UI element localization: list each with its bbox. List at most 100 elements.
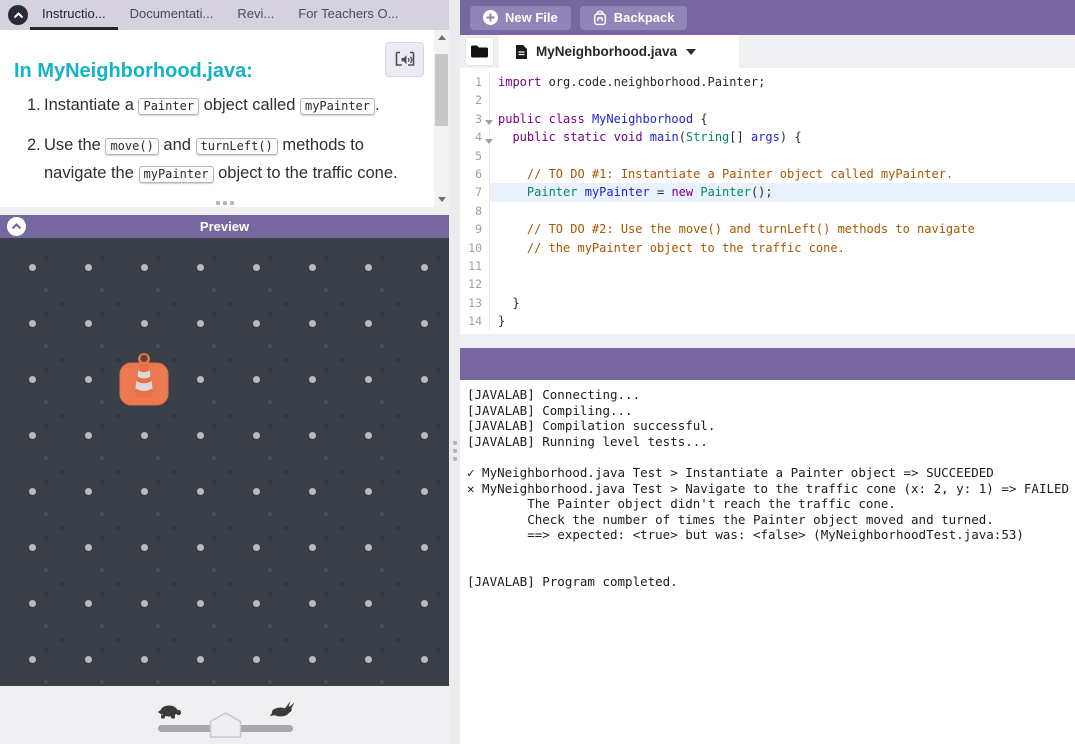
line-number[interactable]: 1: [460, 73, 490, 91]
grid-dot-faint: [44, 536, 49, 541]
grid-dot-faint: [156, 624, 160, 628]
console-line: ✕ MyNeighborhood.java Test > Navigate to…: [467, 481, 1075, 497]
grid-dot-faint: [100, 568, 104, 572]
console-line: [JAVALAB] Compilation successful.: [467, 418, 1075, 434]
grid-dot-faint: [100, 536, 105, 541]
scrollbar-thumb[interactable]: [435, 54, 448, 126]
grid-dot-faint: [268, 480, 273, 485]
code-line-9[interactable]: 9 // TO DO #2: Use the move() and turnLe…: [460, 220, 1075, 238]
console-line: ✓ MyNeighborhood.java Test > Instantiate…: [467, 465, 1075, 481]
code-content: }: [490, 294, 1075, 312]
tab-instructio[interactable]: Instructio...: [30, 0, 118, 30]
code-line-4[interactable]: 4 public static void main(String[] args)…: [460, 128, 1075, 146]
fold-arrow-icon[interactable]: [485, 139, 493, 144]
code-line-14[interactable]: 14}: [460, 312, 1075, 330]
code-line-2[interactable]: 2: [460, 91, 1075, 109]
new-file-button[interactable]: New File: [470, 6, 571, 30]
grid-dot-faint: [44, 480, 49, 485]
grid-dot-faint: [436, 312, 441, 317]
code-line-10[interactable]: 10 // the myPainter object to the traffi…: [460, 239, 1075, 257]
scroll-down-arrow-icon[interactable]: [434, 192, 449, 207]
line-number[interactable]: 2: [460, 91, 490, 109]
line-number[interactable]: 8: [460, 202, 490, 220]
code-token: public: [512, 130, 555, 144]
line-number[interactable]: 7: [460, 183, 490, 201]
grid-dot-faint: [228, 526, 233, 531]
grid-dot-faint: [324, 624, 328, 628]
code-line-12[interactable]: 12: [460, 275, 1075, 293]
grid-dot: [421, 376, 428, 383]
grid-dot: [309, 656, 316, 663]
backpack-button[interactable]: Backpack: [580, 6, 688, 30]
javalab-app: Instructio...Documentati...Revi...For Te…: [0, 0, 1075, 744]
caret-down-icon[interactable]: [686, 49, 696, 55]
code-token: new: [671, 185, 693, 199]
file-browser-button[interactable]: [465, 37, 494, 66]
rabbit-icon: [269, 700, 295, 718]
line-number[interactable]: 14: [460, 312, 490, 330]
line-number[interactable]: 10: [460, 239, 490, 257]
grid-dot: [85, 376, 92, 383]
code-content: public class MyNeighborhood {: [490, 110, 1075, 128]
code-line-13[interactable]: 13 }: [460, 294, 1075, 312]
grid-dot: [365, 376, 372, 383]
line-number[interactable]: 12: [460, 275, 490, 293]
grid-dot-faint: [44, 368, 49, 373]
grid-dot-faint: [100, 456, 104, 460]
grid-dot-faint: [156, 592, 161, 597]
line-number[interactable]: 6: [460, 165, 490, 183]
collapse-panel-button[interactable]: [8, 5, 28, 25]
line-number[interactable]: 5: [460, 147, 490, 165]
grid-dot-faint: [60, 302, 65, 307]
console-output[interactable]: [JAVALAB] Connecting...[JAVALAB] Compili…: [460, 380, 1075, 744]
grid-dot-faint: [268, 400, 272, 404]
tab-revi[interactable]: Revi...: [225, 0, 286, 30]
pane-resize-handle[interactable]: [453, 441, 457, 461]
line-number[interactable]: 9: [460, 220, 490, 238]
code-line-3[interactable]: 3public class MyNeighborhood {: [460, 110, 1075, 128]
scroll-up-arrow-icon[interactable]: [434, 30, 449, 45]
code-line-11[interactable]: 11: [460, 257, 1075, 275]
code-line-1[interactable]: 1import org.code.neighborhood.Painter;: [460, 73, 1075, 91]
code-content: [490, 202, 1075, 220]
code-token: [498, 222, 527, 236]
code-line-7[interactable]: 7 Painter myPainter = new Painter();: [460, 183, 1075, 201]
panel-resize-handle[interactable]: [216, 201, 234, 205]
grid-dot-faint: [396, 358, 401, 363]
tab-documentati[interactable]: Documentati...: [118, 0, 226, 30]
code-line-8[interactable]: 8: [460, 202, 1075, 220]
code-token: [556, 130, 563, 144]
grid-dot: [253, 544, 260, 551]
line-number[interactable]: 4: [460, 128, 490, 146]
grid-dot-faint: [324, 424, 329, 429]
code-editor[interactable]: 1import org.code.neighborhood.Painter;23…: [460, 68, 1075, 334]
grid-dot-faint: [340, 358, 345, 363]
console-header: [460, 348, 1075, 380]
code-token: import: [498, 75, 541, 89]
grid-dot-faint: [100, 648, 105, 653]
line-number[interactable]: 13: [460, 294, 490, 312]
grid-dot-faint: [44, 424, 49, 429]
grid-dot: [85, 432, 92, 439]
line-number[interactable]: 3: [460, 110, 490, 128]
grid-dot-faint: [436, 424, 441, 429]
code-token: []: [729, 130, 751, 144]
backpack-label: Backpack: [614, 10, 675, 25]
code-token: }: [498, 296, 520, 310]
speed-slider-thumb[interactable]: [209, 712, 242, 738]
fold-arrow-icon[interactable]: [485, 120, 493, 125]
code-line-6[interactable]: 6 // TO DO #1: Instantiate a Painter obj…: [460, 165, 1075, 183]
code-token: // TO DO #2: Use the move() and turnLeft…: [527, 222, 975, 236]
instructions-scrollbar[interactable]: [434, 30, 449, 207]
line-number[interactable]: 11: [460, 257, 490, 275]
tab-forteacherso[interactable]: For Teachers O...: [286, 0, 410, 30]
left-tab-list: Instructio...Documentati...Revi...For Te…: [30, 0, 410, 30]
file-tab-myneighborhood[interactable]: MyNeighborhood.java: [499, 35, 739, 68]
pane-divider[interactable]: [449, 0, 460, 744]
read-aloud-button[interactable]: [385, 42, 424, 77]
grid-dot-faint: [228, 582, 233, 587]
grid-dot-faint: [396, 302, 401, 307]
instructions-heading: In MyNeighborhood.java:: [14, 60, 253, 83]
code-token: [606, 130, 613, 144]
code-line-5[interactable]: 5: [460, 147, 1075, 165]
